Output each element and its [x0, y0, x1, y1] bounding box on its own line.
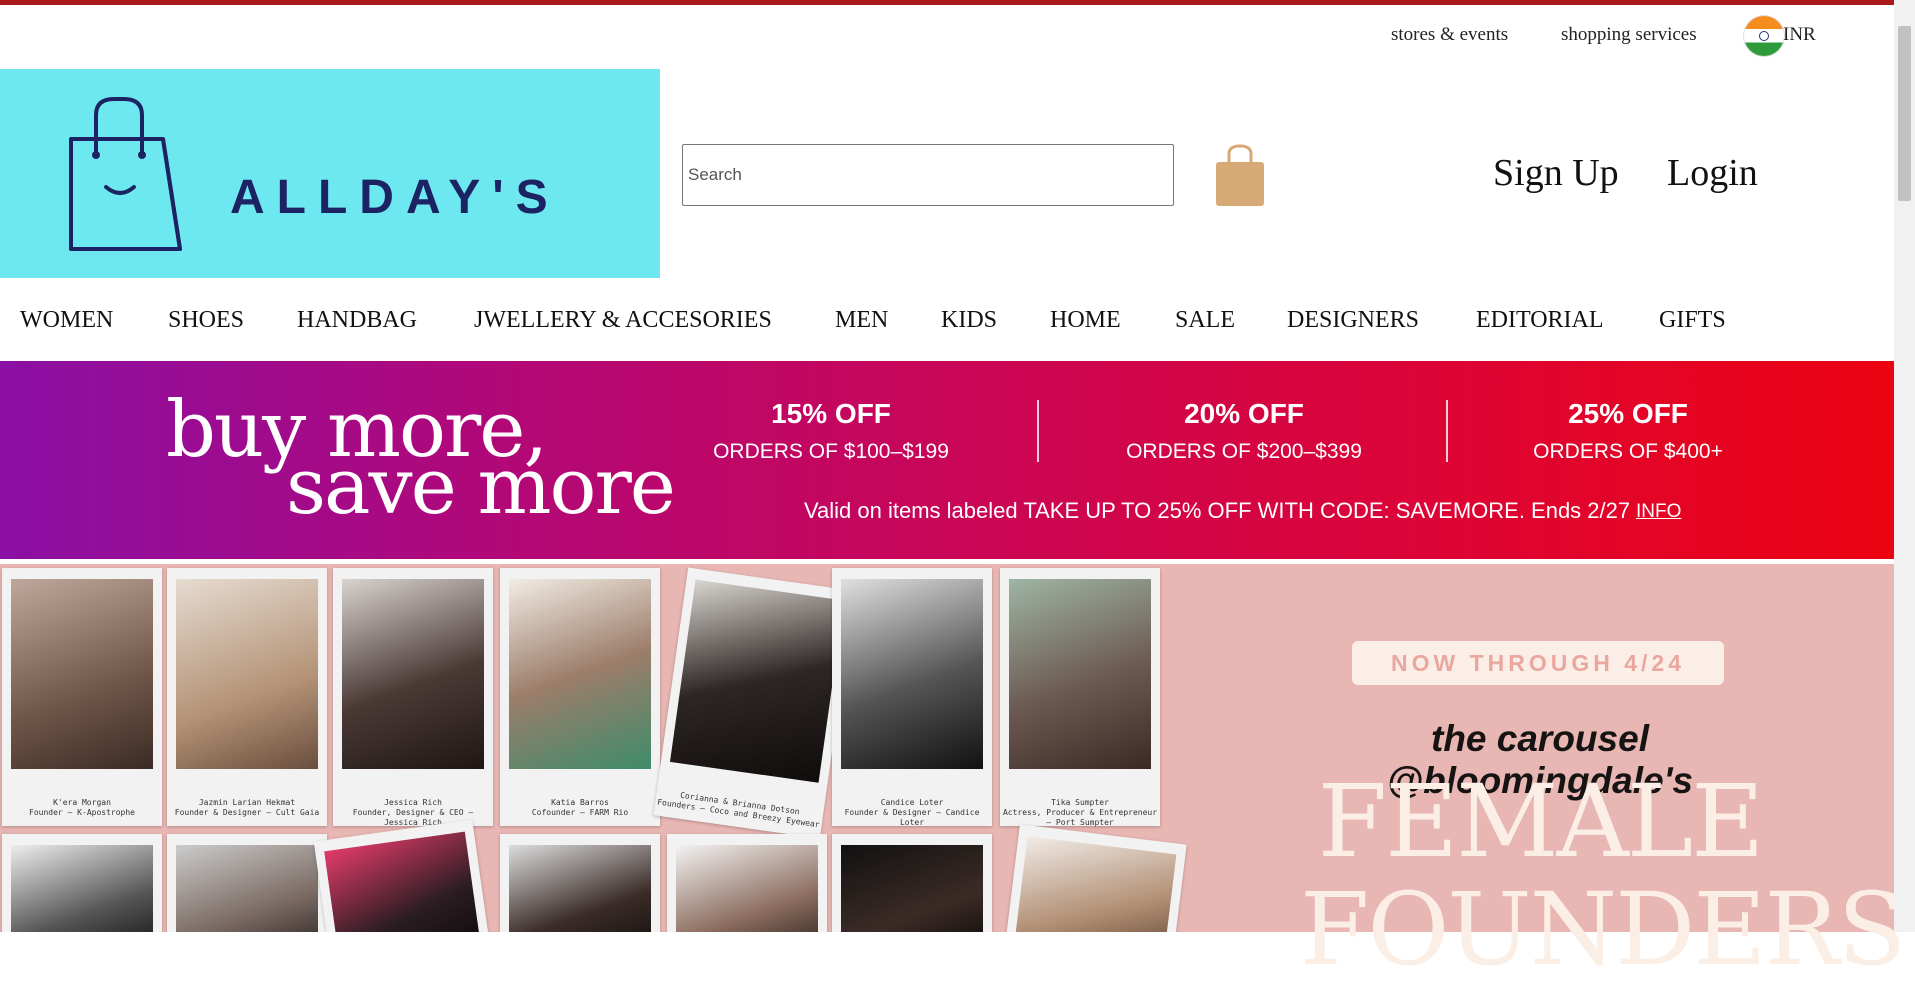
hero-title-line-1: FEMALE: [1317, 763, 1764, 880]
founder-card: [1005, 824, 1187, 932]
founder-card: [313, 819, 491, 932]
currency-label[interactable]: INR: [1783, 24, 1816, 46]
promo-divider: [1446, 400, 1448, 462]
promo-tier-3-orders: ORDERS OF $400+: [1533, 440, 1723, 463]
shopping-bag-logo-icon: [69, 97, 182, 251]
promo-divider: [1037, 400, 1039, 462]
promo-validity-text: Valid on items labeled TAKE UP TO 25% OF…: [804, 498, 1631, 523]
hero-date-badge: NOW THROUGH 4/24: [1352, 641, 1724, 685]
founder-card: [500, 834, 660, 932]
login-link[interactable]: Login: [1667, 151, 1758, 195]
nav-item-handbag[interactable]: HANDBAG: [297, 307, 417, 334]
nav-item-editorial[interactable]: EDITORIAL: [1476, 307, 1604, 334]
shopping-services-link[interactable]: shopping services: [1561, 24, 1697, 46]
hero-title-line-2: FOUNDERS: [1300, 871, 1906, 988]
shopping-bag-icon[interactable]: [1214, 144, 1266, 213]
founder-card: Jazmin Larian Hekmat Founder & Designer –…: [167, 568, 327, 826]
promo-headline-2: save more: [286, 442, 676, 532]
sign-up-link[interactable]: Sign Up: [1493, 151, 1619, 195]
nav-item-men[interactable]: MEN: [835, 307, 888, 334]
stores-events-link[interactable]: stores & events: [1391, 24, 1508, 46]
founder-card: [167, 834, 327, 932]
founder-card: Jessica Rich Founder, Designer & CEO – Je…: [333, 568, 493, 827]
founder-card: [2, 834, 162, 932]
nav-item-sale[interactable]: SALE: [1175, 307, 1235, 334]
main-nav: WOMEN SHOES HANDBAG JWELLERY & ACCESORIE…: [0, 307, 1915, 337]
nav-item-shoes[interactable]: SHOES: [168, 307, 244, 334]
promo-tier-2-discount: 20% OFF: [1184, 398, 1304, 429]
founder-card: Katia Barros Cofounder – FARM Rio: [500, 568, 660, 826]
nav-item-home[interactable]: HOME: [1050, 307, 1121, 334]
founder-card: [832, 834, 992, 932]
founder-card: [667, 834, 827, 932]
founder-card: K'era Morgan Founder – K-Apostrophe: [2, 568, 162, 826]
nav-item-designers[interactable]: DESIGNERS: [1287, 307, 1419, 334]
promo-tier-3-discount: 25% OFF: [1568, 398, 1688, 429]
nav-item-kids[interactable]: KIDS: [941, 307, 997, 334]
nav-item-women[interactable]: WOMEN: [20, 307, 113, 334]
brand-name: ALLDAY'S: [230, 171, 560, 224]
founder-card: Candice Loter Founder & Designer – Candic…: [832, 568, 992, 827]
nav-item-jewellery[interactable]: JWELLERY & ACCESORIES: [474, 307, 772, 334]
nav-item-gifts[interactable]: GIFTS: [1659, 307, 1726, 334]
promo-info-link[interactable]: INFO: [1636, 501, 1681, 523]
promo-tier-1-orders: ORDERS OF $100–$199: [713, 440, 949, 463]
india-flag-icon[interactable]: [1744, 16, 1784, 56]
brand-logo[interactable]: ALLDAY'S: [0, 69, 660, 278]
promo-banner[interactable]: buy more, save more 15% OFF ORDERS OF $1…: [0, 361, 1894, 559]
top-accent-bar: [0, 0, 1915, 5]
founder-card: Tika Sumpter Actress, Producer & Entrepre…: [1000, 568, 1160, 827]
founder-card: Corianna & Brianna Dotson Founders – Coco…: [653, 567, 855, 839]
promo-tier-1-discount: 15% OFF: [771, 398, 891, 429]
search-input[interactable]: [682, 144, 1174, 206]
vertical-scrollbar[interactable]: [1894, 0, 1915, 932]
promo-tier-2-orders: ORDERS OF $200–$399: [1126, 440, 1362, 463]
scrollbar-thumb[interactable]: [1898, 26, 1911, 201]
